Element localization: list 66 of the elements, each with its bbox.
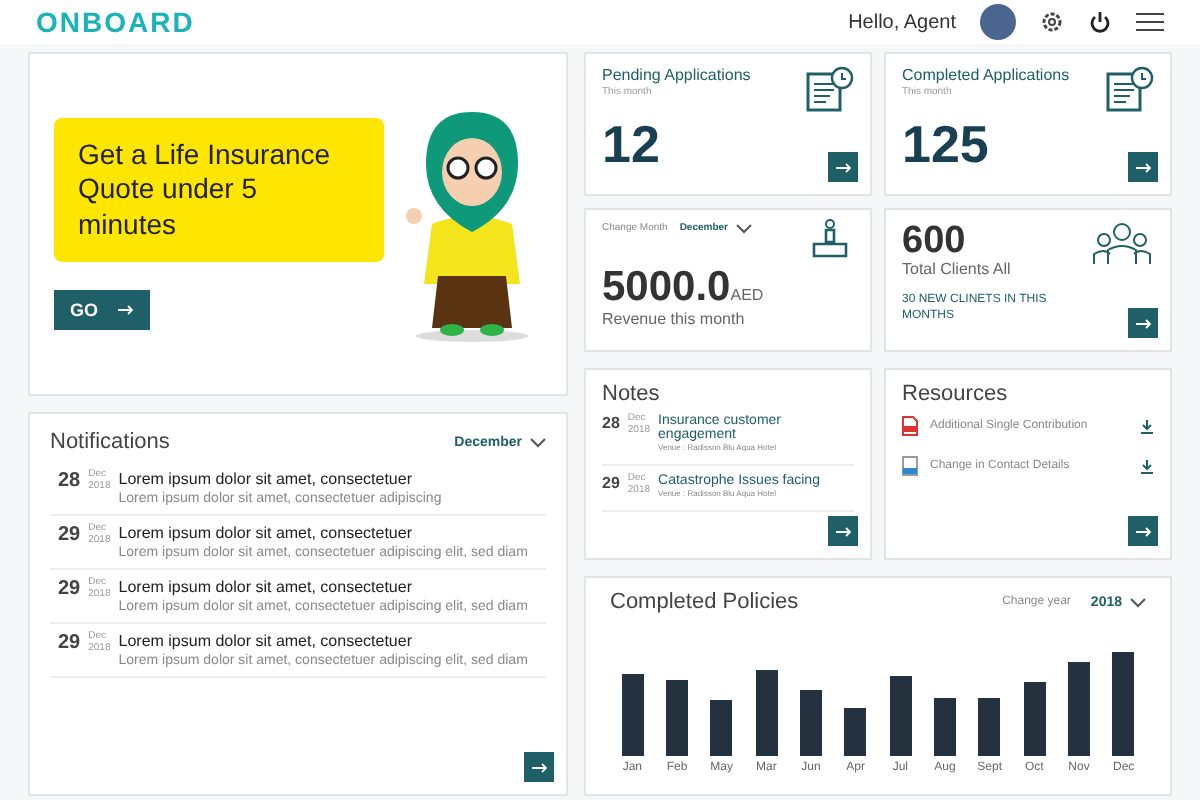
- greeting: Hello, Agent: [848, 11, 956, 33]
- chart-bar: [933, 697, 956, 756]
- date-day: 29: [58, 578, 81, 600]
- chart-bar: [1023, 682, 1046, 756]
- arrow-right-icon: [118, 304, 135, 317]
- download-icon[interactable]: [1140, 419, 1154, 433]
- go-button[interactable]: GO: [54, 290, 151, 331]
- pdf-file-icon: [902, 416, 918, 436]
- notification-title: Lorem ipsum dolor sit amet, consectetuer: [118, 578, 414, 596]
- document-icon: [902, 456, 918, 476]
- power-icon[interactable]: [1088, 10, 1112, 34]
- notification-title: Lorem ipsum dolor sit amet, consectetuer: [118, 470, 414, 488]
- chart-bar: [889, 676, 912, 756]
- chart-bar: [710, 699, 733, 756]
- date-day: 28: [58, 470, 81, 492]
- revenue-caption: Revenue this month: [602, 310, 747, 328]
- arrow-right-icon: [835, 525, 851, 537]
- chart-bar: [1067, 661, 1090, 756]
- settings-icon[interactable]: [1040, 10, 1064, 34]
- card-title: Notes: [602, 382, 662, 406]
- chart-bar: [1112, 651, 1135, 756]
- notification-title: Lorem ipsum dolor sit amet, consectetuer: [118, 524, 414, 542]
- revenue-value: 5000.0: [602, 264, 731, 310]
- currency-unit: AED: [730, 286, 764, 304]
- podium-icon: [810, 218, 850, 258]
- chevron-down-icon: [1130, 597, 1146, 607]
- arrow-right-icon: [1135, 317, 1151, 329]
- chart-bar: [978, 697, 1001, 756]
- card-title: Resources: [902, 382, 1010, 406]
- chart-bar: [621, 674, 644, 756]
- chart-bar: [665, 679, 688, 756]
- arrow-button[interactable]: [1128, 308, 1158, 338]
- arrow-button[interactable]: [1128, 516, 1158, 546]
- arrow-button[interactable]: [1128, 152, 1158, 182]
- chart-bar: [799, 690, 822, 756]
- stat-value: 12: [602, 118, 660, 170]
- stat-value: 125: [902, 118, 989, 170]
- speech-bubble: Get a Life Insurance Quote under 5 minutes: [54, 117, 384, 263]
- menu-icon[interactable]: [1136, 12, 1164, 32]
- card-title: Completed Applications: [902, 66, 1072, 84]
- arrow-button[interactable]: [828, 516, 858, 546]
- chevron-down-icon: [530, 437, 546, 447]
- arrow-button[interactable]: [524, 752, 554, 782]
- clipboard-clock-icon: [802, 66, 854, 114]
- people-group-icon: [1090, 222, 1154, 266]
- avatar[interactable]: [980, 4, 1016, 40]
- arrow-right-icon: [1135, 161, 1151, 173]
- arrow-right-icon: [531, 761, 547, 773]
- arrow-right-icon: [1135, 525, 1151, 537]
- date-day: 28: [602, 414, 620, 432]
- date-day: 29: [58, 632, 81, 654]
- clients-caption: Total Clients All: [902, 260, 1013, 278]
- chart-bar: [755, 669, 778, 756]
- card-title: Pending Applications: [602, 66, 753, 84]
- download-icon[interactable]: [1140, 459, 1154, 473]
- clients-value: 600: [902, 222, 966, 260]
- date-day: 29: [602, 474, 620, 492]
- logo: ONBOARD: [36, 6, 197, 38]
- arrow-right-icon: [835, 161, 851, 173]
- date-day: 29: [58, 524, 81, 546]
- notification-title: Lorem ipsum dolor sit amet, consectetuer: [118, 632, 414, 650]
- chart-bar: [844, 708, 867, 756]
- card-title: Completed Policies: [610, 590, 799, 614]
- card-title: Notifications: [50, 430, 170, 454]
- arrow-button[interactable]: [828, 152, 858, 182]
- chevron-down-icon: [736, 223, 752, 233]
